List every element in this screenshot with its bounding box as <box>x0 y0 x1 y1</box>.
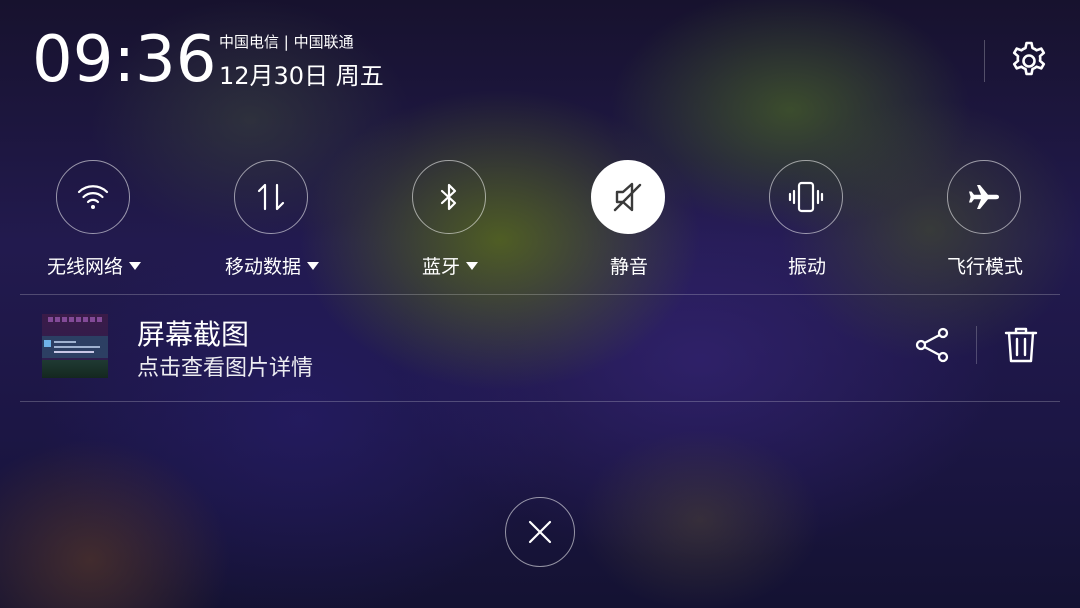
toggle-mute[interactable]: 静音 <box>569 160 689 290</box>
vibrate-toggle-button[interactable] <box>769 160 843 234</box>
airplane-icon <box>969 185 999 209</box>
trash-icon <box>1004 327 1038 363</box>
mobile-data-icon <box>257 183 285 211</box>
close-icon <box>528 520 552 544</box>
wifi-icon <box>77 185 109 209</box>
toggle-airplane[interactable]: 飞行模式 <box>925 160 1045 290</box>
mobile-data-label[interactable]: 移动数据 <box>192 252 352 279</box>
divider-top <box>20 294 1060 295</box>
airplane-label[interactable]: 飞行模式 <box>905 252 1065 279</box>
notification-shade: 09:36 中国电信 | 中国联通 12月30日 周五 无线网络 移动数据 蓝牙… <box>0 0 1080 608</box>
notification-title[interactable]: 屏幕截图 <box>137 313 249 353</box>
toggle-vibrate[interactable]: 振动 <box>747 160 867 290</box>
clock: 09:36 <box>32 23 217 97</box>
toggle-mobile-data[interactable]: 移动数据 <box>212 160 332 290</box>
vibrate-label[interactable]: 振动 <box>727 252 887 279</box>
date-label: 12月30日 周五 <box>219 62 384 90</box>
notification-subtitle[interactable]: 点击查看图片详情 <box>137 350 313 382</box>
header-divider <box>984 40 985 82</box>
share-icon <box>915 327 949 363</box>
bluetooth-toggle-button[interactable] <box>412 160 486 234</box>
mute-toggle-button[interactable] <box>591 160 665 234</box>
carrier-label: 中国电信 | 中国联通 <box>219 33 354 51</box>
wifi-label[interactable]: 无线网络 <box>14 252 174 279</box>
mobile-data-toggle-button[interactable] <box>234 160 308 234</box>
mute-icon <box>613 182 642 212</box>
bluetooth-icon <box>440 183 457 211</box>
vibrate-icon <box>788 181 824 213</box>
settings-button[interactable] <box>1006 38 1052 84</box>
chevron-down-icon <box>129 262 141 270</box>
chevron-down-icon <box>307 262 319 270</box>
delete-button[interactable] <box>1000 324 1042 366</box>
close-shade-button[interactable] <box>505 497 575 567</box>
airplane-toggle-button[interactable] <box>947 160 1021 234</box>
toggle-bluetooth[interactable]: 蓝牙 <box>390 160 510 290</box>
chevron-down-icon <box>466 262 478 270</box>
toggle-wifi[interactable]: 无线网络 <box>34 160 154 290</box>
mute-label[interactable]: 静音 <box>549 252 709 279</box>
action-divider <box>976 326 977 364</box>
share-button[interactable] <box>913 325 953 365</box>
wifi-toggle-button[interactable] <box>56 160 130 234</box>
divider-bottom <box>20 401 1060 402</box>
screenshot-thumbnail[interactable] <box>42 314 108 378</box>
bluetooth-label[interactable]: 蓝牙 <box>370 252 530 279</box>
gear-icon <box>1012 41 1046 76</box>
